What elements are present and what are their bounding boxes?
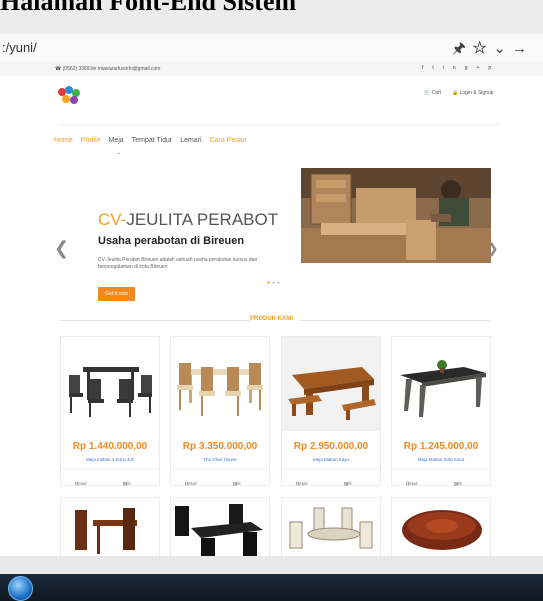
slider-subtitle: Usaha perabotan di Bireuen — [98, 235, 245, 247]
document-heading: Halaman Font-End Sistem — [0, 0, 297, 16]
nav-tempat-tidur[interactable]: Tempat Tidur — [132, 137, 172, 144]
page-bottom-band — [0, 556, 543, 574]
phone-text: ☎ (0562) 33691 — [55, 66, 93, 72]
site-logo[interactable] — [58, 86, 82, 104]
section-title: PRODUK KAMI — [250, 316, 293, 322]
product-image[interactable] — [282, 337, 380, 431]
product-card-partial[interactable] — [281, 497, 381, 559]
product-card[interactable]: Rp 1.440.000,00 Meja makan 4 Kursi Jok ⓘ… — [60, 336, 160, 486]
url-field[interactable]: :/yuni/ — [2, 40, 37, 55]
slider-title: CV-JEULITA PERABOT — [98, 210, 279, 229]
cart-icon: 🛒 — [424, 90, 431, 96]
product-actions: ⓘ Detail 🛒 Beli — [171, 468, 269, 486]
slider-prev-icon[interactable]: ❮ — [54, 238, 69, 259]
product-card-partial[interactable] — [60, 497, 160, 559]
star-icon[interactable]: ☆ — [472, 40, 494, 57]
product-image[interactable] — [171, 498, 269, 558]
product-image[interactable] — [171, 337, 269, 431]
os-taskbar — [0, 574, 543, 601]
product-name[interactable]: Meja Makan Kayu — [282, 457, 380, 462]
site-topbar: ☎ (0562) 33691 ✉ muwazarfusinfo@gmail.co… — [0, 62, 543, 76]
product-image[interactable] — [61, 498, 159, 558]
product-image[interactable] — [282, 498, 380, 558]
pin-icon[interactable]: 🖈 — [452, 40, 472, 57]
slider-next-icon[interactable]: ❯ — [487, 240, 499, 257]
product-price: Rp 2.950.000,00 — [293, 441, 369, 452]
product-card[interactable]: Rp 1.245.000,00 Meja Makan Sofa Kaca ⓘ D… — [391, 336, 491, 486]
product-price: Rp 1.440.000,00 — [72, 441, 148, 452]
product-card-partial[interactable] — [391, 497, 491, 559]
lock-icon: 🔒 — [452, 90, 459, 96]
arrow-right-icon[interactable]: → — [512, 40, 533, 57]
product-card-partial[interactable] — [170, 497, 270, 559]
email-text: ✉ muwazarfusinfo@gmail.com — [92, 66, 161, 72]
browser-address-bar: :/yuni/ 🖈☆⌄→ — [0, 34, 543, 63]
get-it-now-button[interactable]: Get it now — [98, 287, 135, 301]
login-link[interactable]: 🔒 Login & Signup — [452, 90, 494, 96]
slider-dots[interactable]: ●●● — [267, 280, 282, 286]
section-divider-right — [300, 320, 490, 321]
product-name[interactable]: Meja makan 4 Kursi Jok — [61, 457, 159, 462]
nav-cara-pesan[interactable]: Cara Pesan — [210, 137, 247, 144]
chevron-down-icon[interactable]: ⌄ — [117, 150, 121, 156]
product-price: Rp 1.245.000,00 — [403, 441, 479, 452]
product-actions: ⓘ Detail 🛒 Beli — [392, 468, 490, 486]
product-card[interactable]: Rp 2.950.000,00 Meja Makan Kayu ⓘ Detail… — [281, 336, 381, 486]
product-image[interactable] — [392, 498, 490, 558]
nav-profile[interactable]: Profile — [81, 137, 101, 144]
slider-description: CV Jeulita Perabot Bireuen adalah sebuah… — [98, 257, 258, 270]
header-divider — [58, 124, 498, 125]
cart-link[interactable]: 🛒 Cart — [424, 90, 441, 96]
social-icons: fting+p — [422, 65, 500, 71]
google-plus-icon[interactable]: g+ — [465, 65, 489, 71]
start-button[interactable] — [8, 576, 33, 601]
main-nav: Home Profile Meja Tempat Tidur Lemari Cara Pe… — [54, 137, 255, 144]
product-actions: ⓘ Detail 🛒 Beli — [61, 468, 159, 486]
facebook-icon[interactable]: f — [422, 65, 432, 71]
product-actions: ⓘ Detail 🛒 Beli — [282, 468, 380, 486]
nav-home[interactable]: Home — [54, 137, 73, 144]
product-card[interactable]: Rp 3.350.000,00 The Olive House ⓘ Detail… — [170, 336, 270, 486]
product-image[interactable] — [61, 337, 159, 431]
nav-lemari[interactable]: Lemari — [180, 137, 201, 144]
linkedin-icon[interactable]: in — [443, 65, 465, 71]
pinterest-icon[interactable]: p — [488, 65, 500, 71]
chevron-down-icon[interactable]: ⌄ — [493, 40, 512, 57]
browser-toolbar: 🖈☆⌄→ — [452, 38, 533, 63]
nav-meja[interactable]: Meja — [109, 137, 124, 144]
document-heading-bar: Halaman Font-End Sistem — [0, 0, 543, 34]
product-name[interactable]: Meja Makan Sofa Kaca — [392, 457, 490, 462]
product-image[interactable] — [392, 337, 490, 431]
product-price: Rp 3.350.000,00 — [182, 441, 258, 452]
twitter-icon[interactable]: t — [432, 65, 442, 71]
product-name[interactable]: The Olive House — [171, 457, 269, 462]
hero-image — [301, 168, 491, 263]
